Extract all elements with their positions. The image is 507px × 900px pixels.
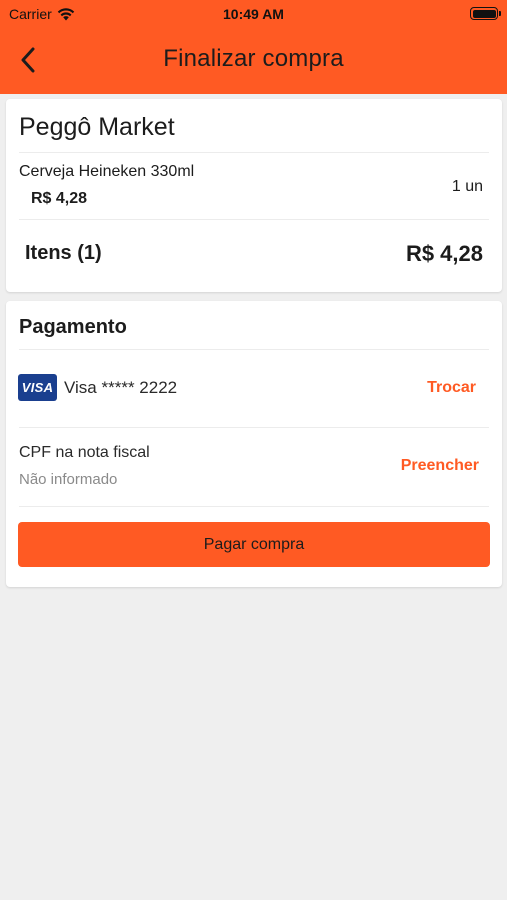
fill-cpf-button[interactable]: Preencher — [401, 457, 479, 475]
card-number: Visa ***** 2222 — [64, 378, 178, 397]
battery-icon — [470, 7, 501, 20]
divider — [19, 219, 489, 220]
item-name: Cerveja Heineken 330ml — [19, 163, 195, 180]
navigation-bar: Finalizar compra — [0, 28, 507, 94]
app-header: Carrier 10:49 AM Finalizar compra — [0, 0, 507, 94]
payment-card: Pagamento VISA Visa ***** 2222 Trocar CP… — [6, 301, 502, 587]
status-time: 10:49 AM — [223, 6, 284, 22]
page-title: Finalizar compra — [163, 45, 344, 72]
divider — [19, 506, 489, 507]
pay-button[interactable]: Pagar compra — [18, 522, 490, 567]
divider — [19, 349, 489, 350]
change-card-button[interactable]: Trocar — [427, 379, 476, 397]
items-count-label: Itens (1) — [25, 242, 102, 264]
visa-card-icon: VISA — [18, 374, 57, 401]
divider — [19, 427, 489, 428]
cpf-label: CPF na nota fiscal — [19, 444, 150, 461]
order-summary-card: Peggô Market Cerveja Heineken 330ml R$ 4… — [6, 99, 502, 292]
status-bar: Carrier 10:49 AM — [0, 0, 507, 28]
battery-level — [472, 9, 496, 18]
divider — [19, 152, 489, 153]
cpf-value: Não informado — [19, 471, 118, 488]
payment-title: Pagamento — [19, 316, 127, 338]
item-price: R$ 4,28 — [31, 190, 88, 207]
items-total: R$ 4,28 — [405, 241, 483, 266]
item-quantity: 1 un — [451, 178, 483, 195]
store-name: Peggô Market — [19, 113, 175, 141]
